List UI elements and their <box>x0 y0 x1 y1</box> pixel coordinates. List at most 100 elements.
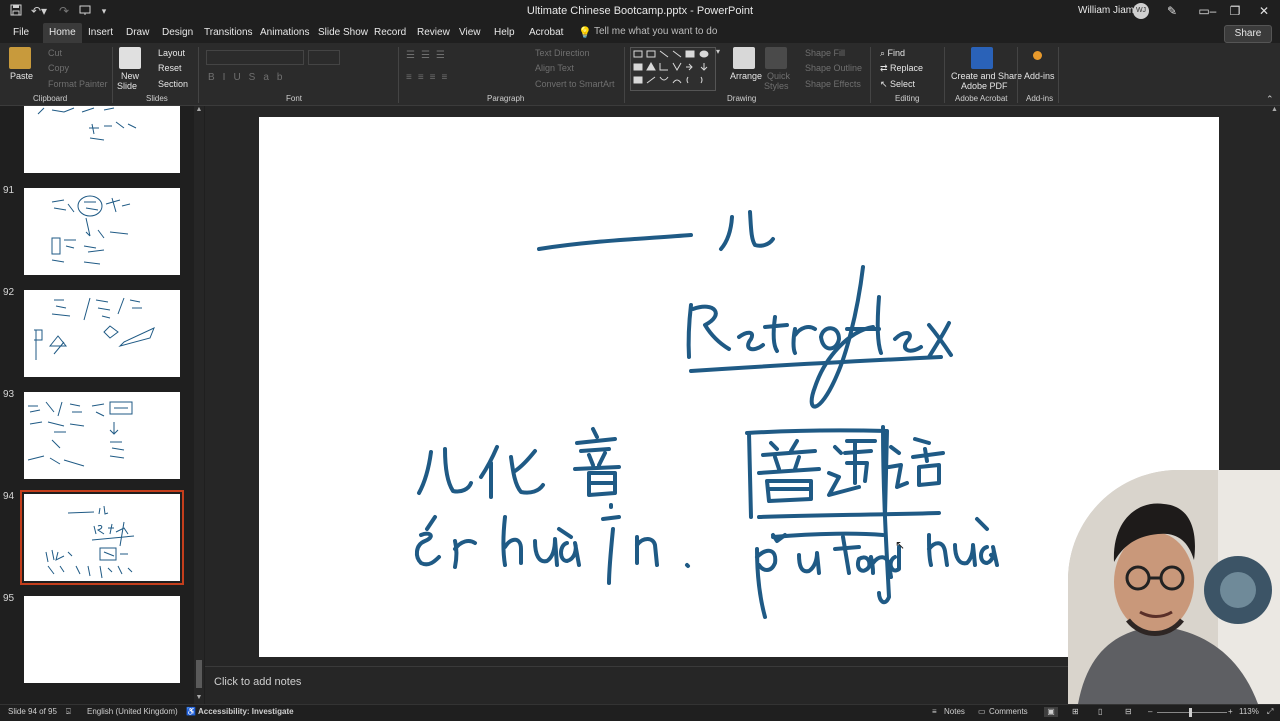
replace-icon: ⇄ <box>880 63 891 73</box>
notes-placeholder[interactable]: Click to add notes <box>214 676 301 688</box>
divider <box>944 47 945 103</box>
align-buttons[interactable]: ≡≡≡≡ <box>406 72 453 83</box>
comments-icon[interactable]: ▭ <box>978 707 986 716</box>
new-slide-button-line2[interactable]: Slide <box>117 81 137 91</box>
slide-thumbnail-94[interactable] <box>20 490 184 585</box>
format-painter-button[interactable]: Format Painter <box>48 79 108 89</box>
tab-view[interactable]: View <box>459 23 481 43</box>
tab-design[interactable]: Design <box>162 23 193 43</box>
slide-thumbnail-93[interactable] <box>24 392 180 479</box>
tab-file[interactable]: File <box>13 23 29 43</box>
shapes-gallery[interactable] <box>630 47 716 91</box>
zoom-level[interactable]: 113% <box>1239 707 1259 716</box>
slide-number: 95 <box>3 593 15 604</box>
tab-draw[interactable]: Draw <box>126 23 149 43</box>
notes-icon[interactable]: ≡ <box>932 707 937 716</box>
divider <box>1017 47 1018 103</box>
fit-slide-icon[interactable]: ⤢ <box>1267 707 1273 717</box>
font-size-field[interactable] <box>308 50 340 65</box>
lightbulb-icon: 💡 <box>578 27 592 39</box>
editing-group-label: Editing <box>895 94 920 103</box>
quick-styles-button[interactable]: Quick <box>767 71 790 81</box>
tab-slide-show[interactable]: Slide Show <box>318 23 368 43</box>
minimize-icon[interactable]: – <box>1205 3 1221 19</box>
zoom-slider-thumb[interactable] <box>1189 708 1192 717</box>
cursor-icon: ↖ <box>880 79 891 89</box>
tab-transitions[interactable]: Transitions <box>204 23 253 43</box>
tab-home[interactable]: Home <box>43 23 82 43</box>
shape-outline-button[interactable]: Shape Outline <box>805 63 862 73</box>
slideshow-icon[interactable]: ⊟ <box>1125 707 1132 716</box>
accessibility-status[interactable]: Accessibility: Investigate <box>198 707 294 716</box>
shape-fill-button[interactable]: Shape Fill <box>805 48 845 58</box>
tell-me-search[interactable]: Tell me what you want to do <box>594 26 717 37</box>
slide-thumbnail-95[interactable] <box>24 596 180 683</box>
cut-button[interactable]: Cut <box>48 48 62 58</box>
adobe-pdf-icon[interactable] <box>971 47 993 69</box>
close-icon[interactable]: ✕ <box>1256 3 1272 19</box>
arrange-icon[interactable] <box>733 47 755 69</box>
zoom-in-icon[interactable]: + <box>1228 707 1233 716</box>
slide-thumbnail-91[interactable] <box>24 188 180 275</box>
share-button[interactable]: Share <box>1224 25 1272 43</box>
zoom-out-icon[interactable]: – <box>1148 707 1152 716</box>
quick-styles-icon[interactable] <box>765 47 787 69</box>
tab-review[interactable]: Review <box>417 23 450 43</box>
tab-acrobat[interactable]: Acrobat <box>529 23 563 43</box>
accessibility-icon[interactable]: ♿ <box>186 707 196 716</box>
language-indicator[interactable]: English (United Kingdom) <box>87 707 178 716</box>
zoom-slider[interactable] <box>1157 712 1227 713</box>
reading-view-icon[interactable]: ▯ <box>1098 707 1102 716</box>
new-slide-icon[interactable] <box>119 47 141 69</box>
add-ins-group-label: Add-ins <box>1026 94 1054 103</box>
layout-button[interactable]: Layout <box>158 48 185 58</box>
find-button[interactable]: ⌕ Find <box>880 48 905 59</box>
slide-thumbnail-90[interactable] <box>24 106 180 173</box>
notes-toggle[interactable]: Notes <box>944 707 965 716</box>
tab-help[interactable]: Help <box>494 23 515 43</box>
collapse-ribbon-icon[interactable]: ⌃ <box>1266 94 1274 105</box>
paste-icon[interactable] <box>9 47 31 69</box>
tab-insert[interactable]: Insert <box>88 23 113 43</box>
arrange-button[interactable]: Arrange <box>730 71 762 81</box>
convert-smartart-button[interactable]: Convert to SmartArt <box>535 79 615 89</box>
select-button[interactable]: ↖ Select <box>880 79 915 90</box>
add-ins-button[interactable]: Add-ins <box>1024 71 1055 81</box>
scroll-up-icon[interactable]: ▲ <box>194 106 204 113</box>
section-button[interactable]: Section <box>158 79 188 89</box>
replace-button[interactable]: ⇄ Replace <box>880 63 923 74</box>
restore-icon[interactable]: ❐ <box>1227 3 1243 19</box>
add-ins-icon[interactable] <box>1033 51 1042 60</box>
align-text-button[interactable]: Align Text <box>535 63 574 73</box>
divider <box>112 47 113 103</box>
reset-button[interactable]: Reset <box>158 63 182 73</box>
tab-record[interactable]: Record <box>374 23 406 43</box>
create-pdf-button-line2[interactable]: Adobe PDF <box>961 81 1008 91</box>
avatar[interactable]: WJ <box>1133 3 1149 19</box>
divider <box>398 47 399 103</box>
spelling-icon[interactable]: ⍄ <box>66 707 71 717</box>
paste-button[interactable]: Paste <box>10 71 33 81</box>
shapes-more-icon[interactable]: ▾ <box>716 47 720 56</box>
comments-toggle[interactable]: Comments <box>989 707 1028 716</box>
list-buttons[interactable]: ☰☰☰ <box>406 50 451 61</box>
divider <box>198 47 199 103</box>
new-slide-button[interactable]: New <box>121 71 139 81</box>
shape-effects-button[interactable]: Shape Effects <box>805 79 861 89</box>
thumbnail-scroll-thumb[interactable] <box>196 660 202 688</box>
font-name-field[interactable] <box>206 50 304 65</box>
font-format-buttons[interactable]: BIUSab <box>208 72 290 83</box>
normal-view-icon[interactable]: ▣ <box>1044 707 1058 717</box>
tab-animations[interactable]: Animations <box>260 23 309 43</box>
quick-styles-button-line2[interactable]: Styles <box>764 81 789 91</box>
scroll-down-icon[interactable]: ▼ <box>194 694 204 701</box>
copy-button[interactable]: Copy <box>48 63 69 73</box>
slide-sorter-icon[interactable]: ⊞ <box>1072 707 1079 716</box>
pen-icon[interactable]: ✎ <box>1164 3 1180 19</box>
slide-thumbnail-92[interactable] <box>24 290 180 377</box>
scroll-up-icon[interactable]: ▲ <box>1269 106 1280 113</box>
thumbnail-scrollbar[interactable] <box>194 106 204 704</box>
create-pdf-button[interactable]: Create and Share <box>951 71 1022 81</box>
text-direction-button[interactable]: Text Direction <box>535 48 590 58</box>
drawing-group-label: Drawing <box>727 94 757 103</box>
